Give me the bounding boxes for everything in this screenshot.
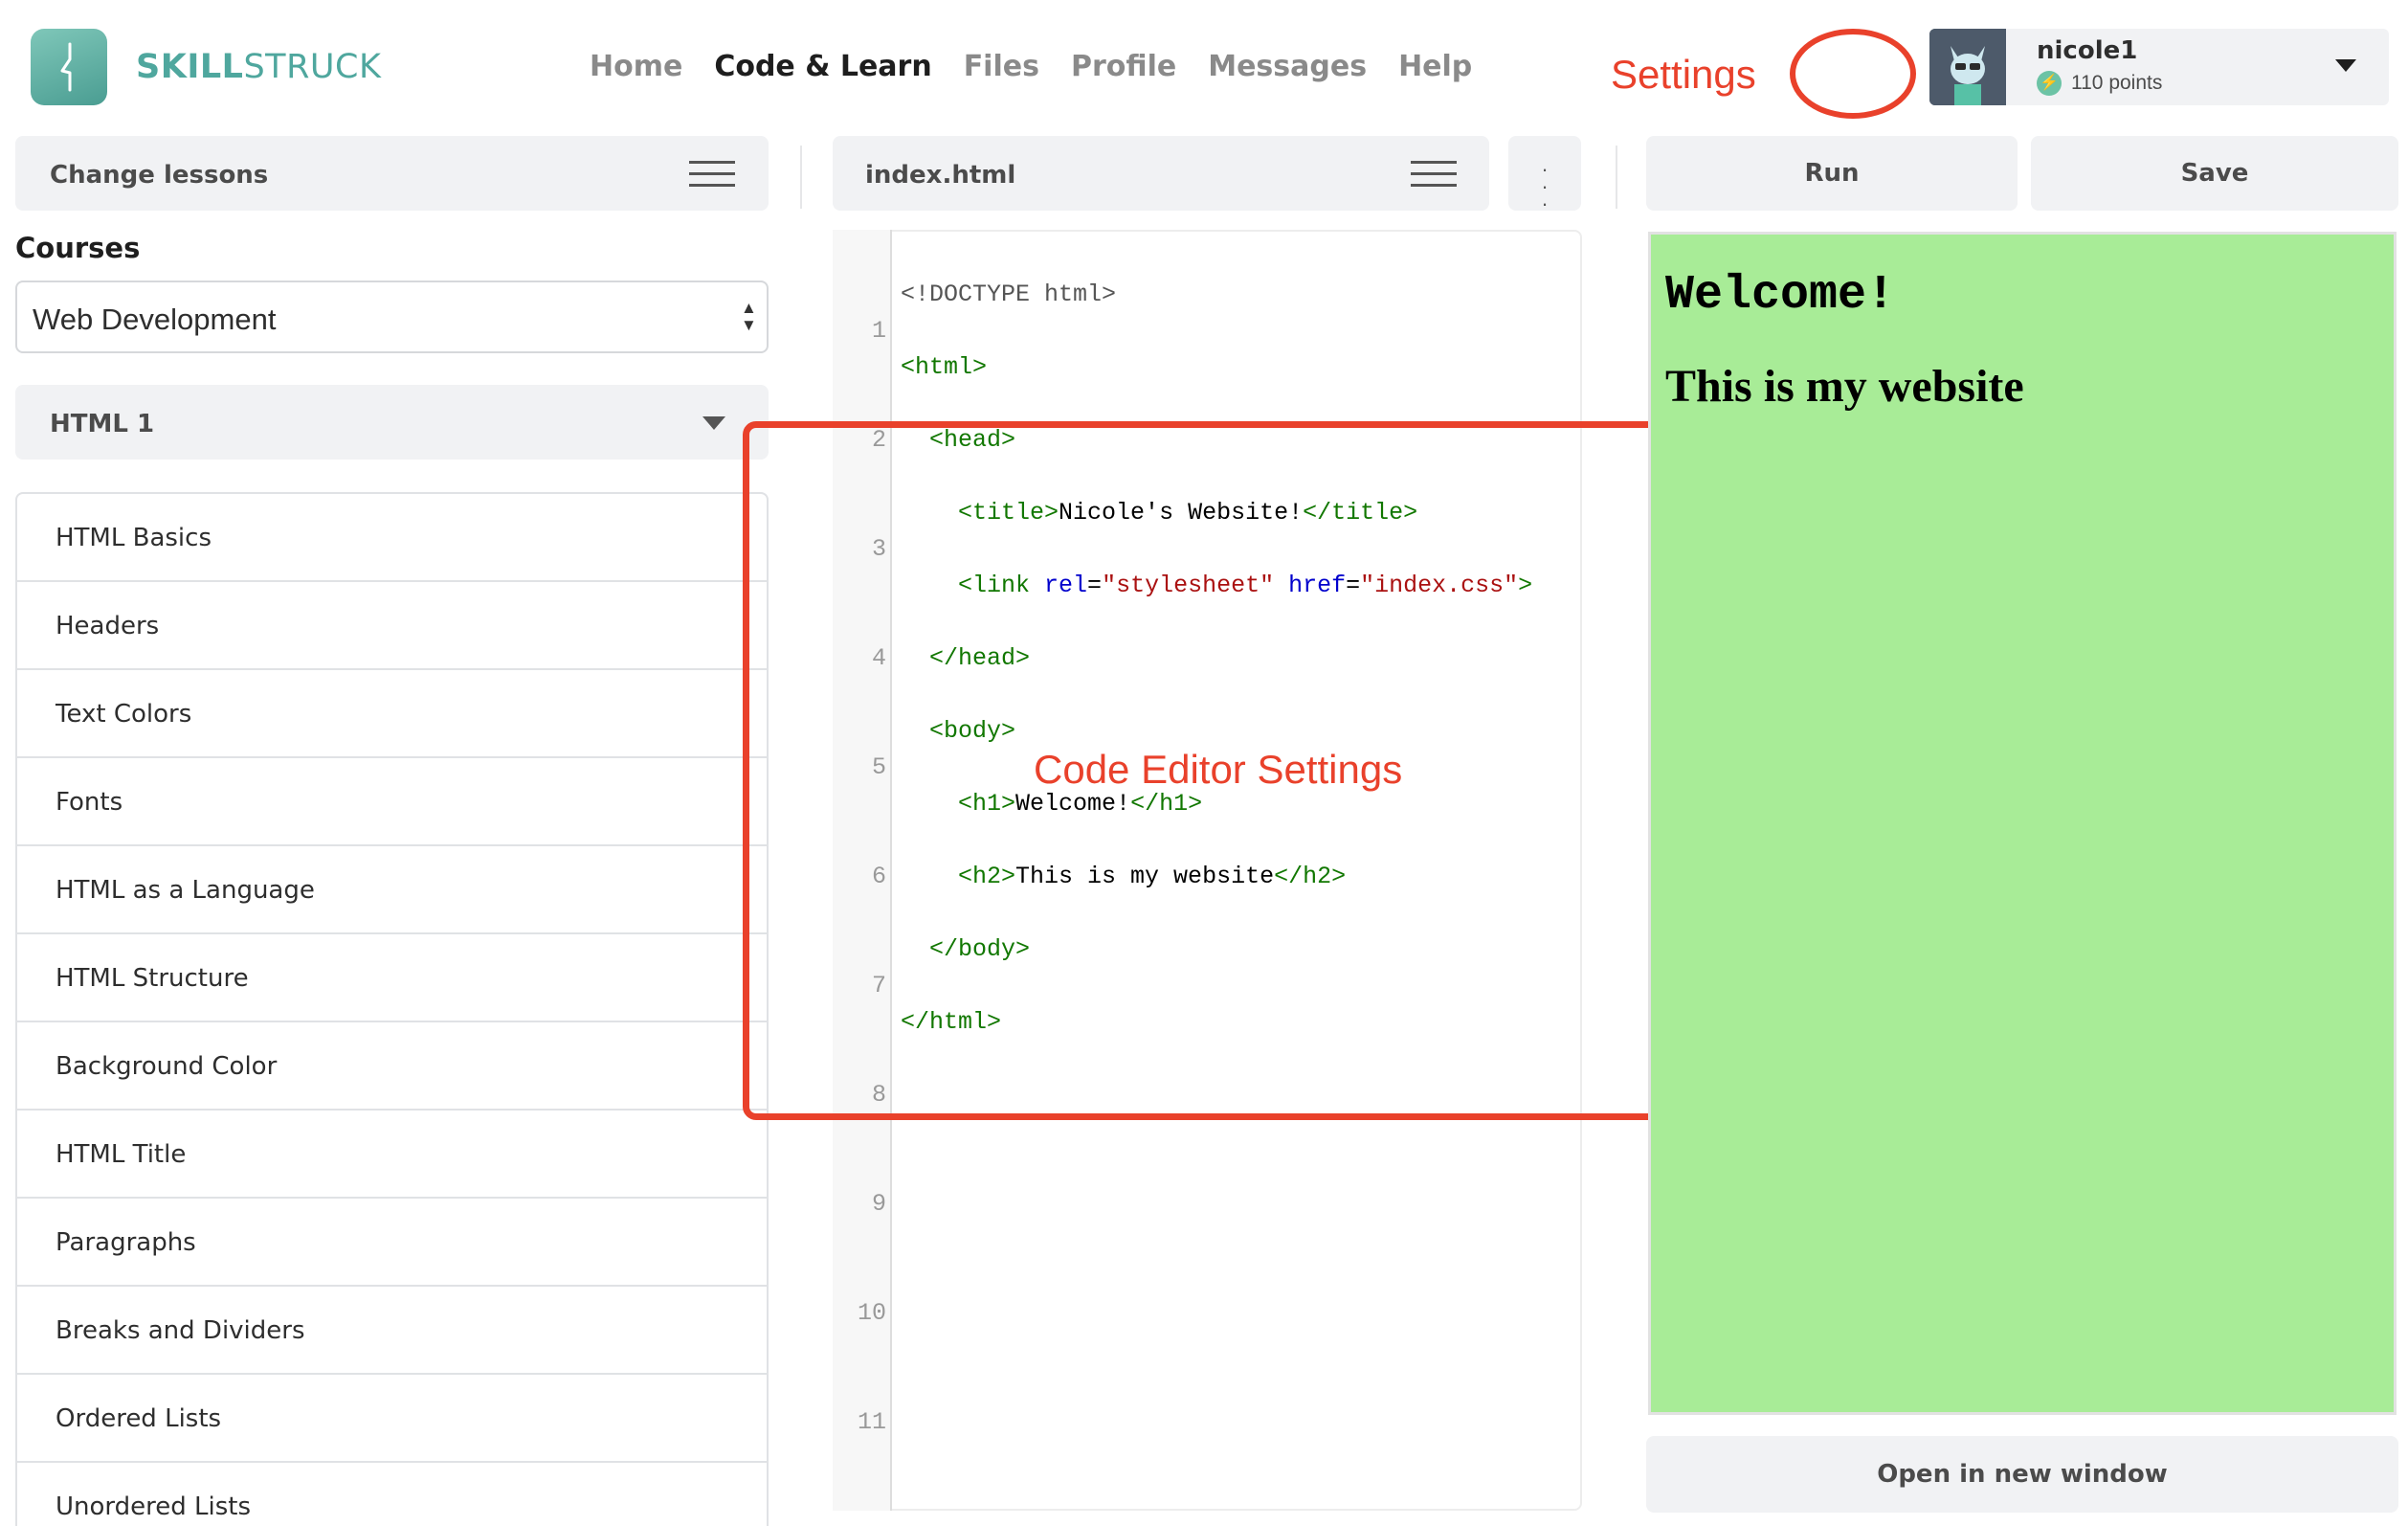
- divider: [1616, 146, 1617, 209]
- lesson-item[interactable]: HTML Structure: [17, 934, 767, 1022]
- lesson-item[interactable]: Unordered Lists: [17, 1463, 767, 1526]
- save-button[interactable]: Save: [2031, 136, 2398, 211]
- chevron-down-icon[interactable]: [2335, 59, 2356, 72]
- nav-files[interactable]: Files: [964, 50, 1039, 83]
- menu-icon[interactable]: [689, 161, 735, 188]
- nav-messages[interactable]: Messages: [1208, 50, 1367, 83]
- divider: [800, 146, 802, 209]
- run-button[interactable]: Run: [1646, 136, 2018, 211]
- points-icon: ⚡: [2037, 71, 2062, 96]
- nav-help[interactable]: Help: [1398, 50, 1472, 83]
- preview-heading-2: This is my website: [1665, 361, 2024, 412]
- caret-down-icon[interactable]: [702, 416, 725, 430]
- brand-name: SKILLSTRUCK: [136, 48, 382, 86]
- settings-annotation-label: Settings: [1611, 52, 1756, 97]
- filename: index.html: [865, 161, 1016, 190]
- more-options-button[interactable]: · · ·: [1508, 136, 1581, 214]
- username: nicole1: [2037, 36, 2138, 65]
- menu-icon[interactable]: [1411, 161, 1457, 188]
- lesson-item[interactable]: HTML Basics: [17, 494, 767, 582]
- lightning-icon: [60, 42, 72, 92]
- courses-label: Courses: [15, 232, 141, 264]
- avatar: [1929, 29, 2006, 105]
- skillstruck-logo[interactable]: [31, 29, 107, 105]
- lesson-list: HTML Basics Headers Text Colors Fonts HT…: [15, 492, 769, 1526]
- lesson-item[interactable]: HTML Title: [17, 1111, 767, 1199]
- cat-avatar-icon: [1929, 29, 2006, 105]
- settings-annotation-circle: [1790, 29, 1916, 119]
- lesson-item[interactable]: Paragraphs: [17, 1199, 767, 1287]
- nav-code-learn[interactable]: Code & Learn: [714, 50, 931, 83]
- lesson-item[interactable]: Breaks and Dividers: [17, 1287, 767, 1375]
- unit-label: HTML 1: [50, 410, 155, 438]
- nav-profile[interactable]: Profile: [1071, 50, 1176, 83]
- open-new-window-button[interactable]: Open in new window: [1646, 1436, 2398, 1513]
- lesson-item[interactable]: Headers: [17, 582, 767, 670]
- main-nav: Home Code & Learn Files Profile Messages…: [590, 50, 1472, 83]
- course-select-value: Web Development: [33, 303, 277, 336]
- lesson-item[interactable]: Fonts: [17, 758, 767, 846]
- code-line: <!DOCTYPE html>: [901, 281, 1117, 308]
- select-arrows-icon: ▲ ▼: [741, 299, 757, 334]
- change-lessons-label: Change lessons: [50, 161, 269, 190]
- preview-heading-1: Welcome!: [1665, 268, 1896, 323]
- points-count: 110 points: [2071, 72, 2163, 94]
- code-line: <html>: [901, 353, 988, 381]
- lesson-item[interactable]: Background Color: [17, 1022, 767, 1111]
- lesson-item[interactable]: Ordered Lists: [17, 1375, 767, 1463]
- lesson-item[interactable]: HTML as a Language: [17, 846, 767, 934]
- code-editor-annotation-label: Code Editor Settings: [1034, 747, 1403, 792]
- nav-home[interactable]: Home: [590, 50, 682, 83]
- lesson-item[interactable]: Text Colors: [17, 670, 767, 758]
